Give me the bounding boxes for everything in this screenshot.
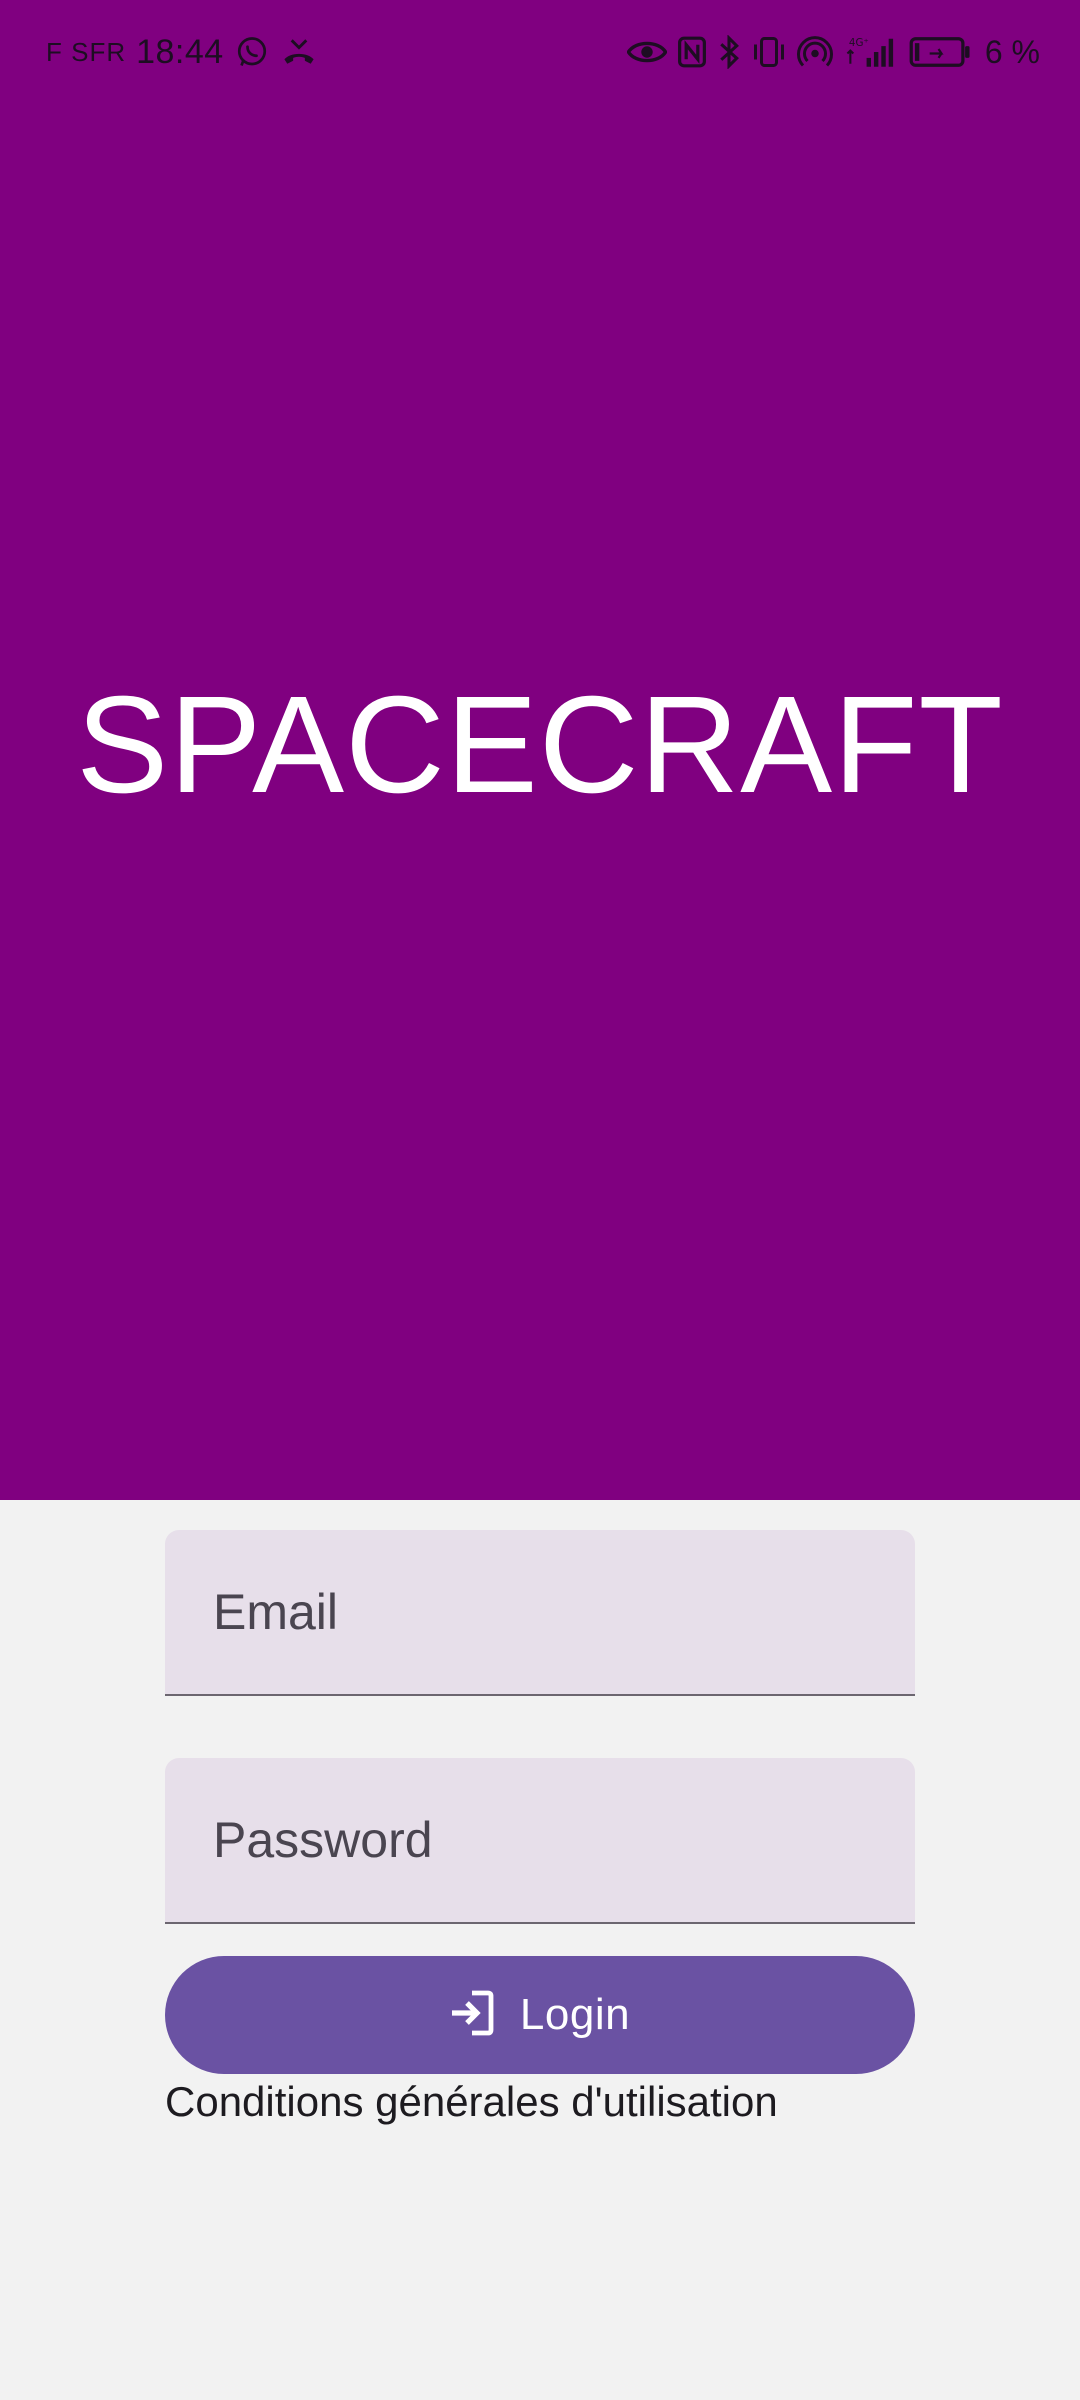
login-label: Login: [519, 1990, 631, 2039]
carrier-name: F SFR: [46, 36, 127, 67]
battery-percentage: 6 %: [984, 33, 1040, 70]
whatsapp-icon: [234, 34, 270, 70]
password-input[interactable]: [165, 1758, 915, 1922]
hotspot-icon: [796, 35, 833, 69]
status-bar-right: 4G⁺ 6 %: [626, 28, 1040, 76]
vibrate-icon: [751, 35, 787, 69]
hero-banner: F SFR 18:44 4G⁺ 6 % SPACECRAFT: [0, 0, 1080, 1500]
bluetooth-icon: [717, 35, 741, 69]
svg-text:4G⁺: 4G⁺: [849, 37, 869, 49]
terms-link[interactable]: Conditions générales d'utilisation: [165, 2078, 778, 2126]
login-icon: [450, 1989, 494, 2042]
password-field[interactable]: [165, 1758, 915, 1924]
nfc-icon: [677, 36, 707, 68]
login-button[interactable]: Login: [165, 1956, 915, 2074]
signal-4g-icon: 4G⁺: [843, 34, 899, 70]
app-title: SPACECRAFT: [76, 668, 1004, 822]
email-input[interactable]: [165, 1530, 915, 1694]
eye-icon: [626, 37, 667, 67]
clock: 18:44: [136, 32, 224, 71]
battery-icon: [909, 35, 971, 69]
missed-call-icon: [280, 34, 318, 70]
status-bar-left: F SFR 18:44: [46, 28, 318, 76]
status-bar: F SFR 18:44 4G⁺ 6 %: [0, 0, 1080, 104]
email-field[interactable]: [165, 1530, 915, 1696]
